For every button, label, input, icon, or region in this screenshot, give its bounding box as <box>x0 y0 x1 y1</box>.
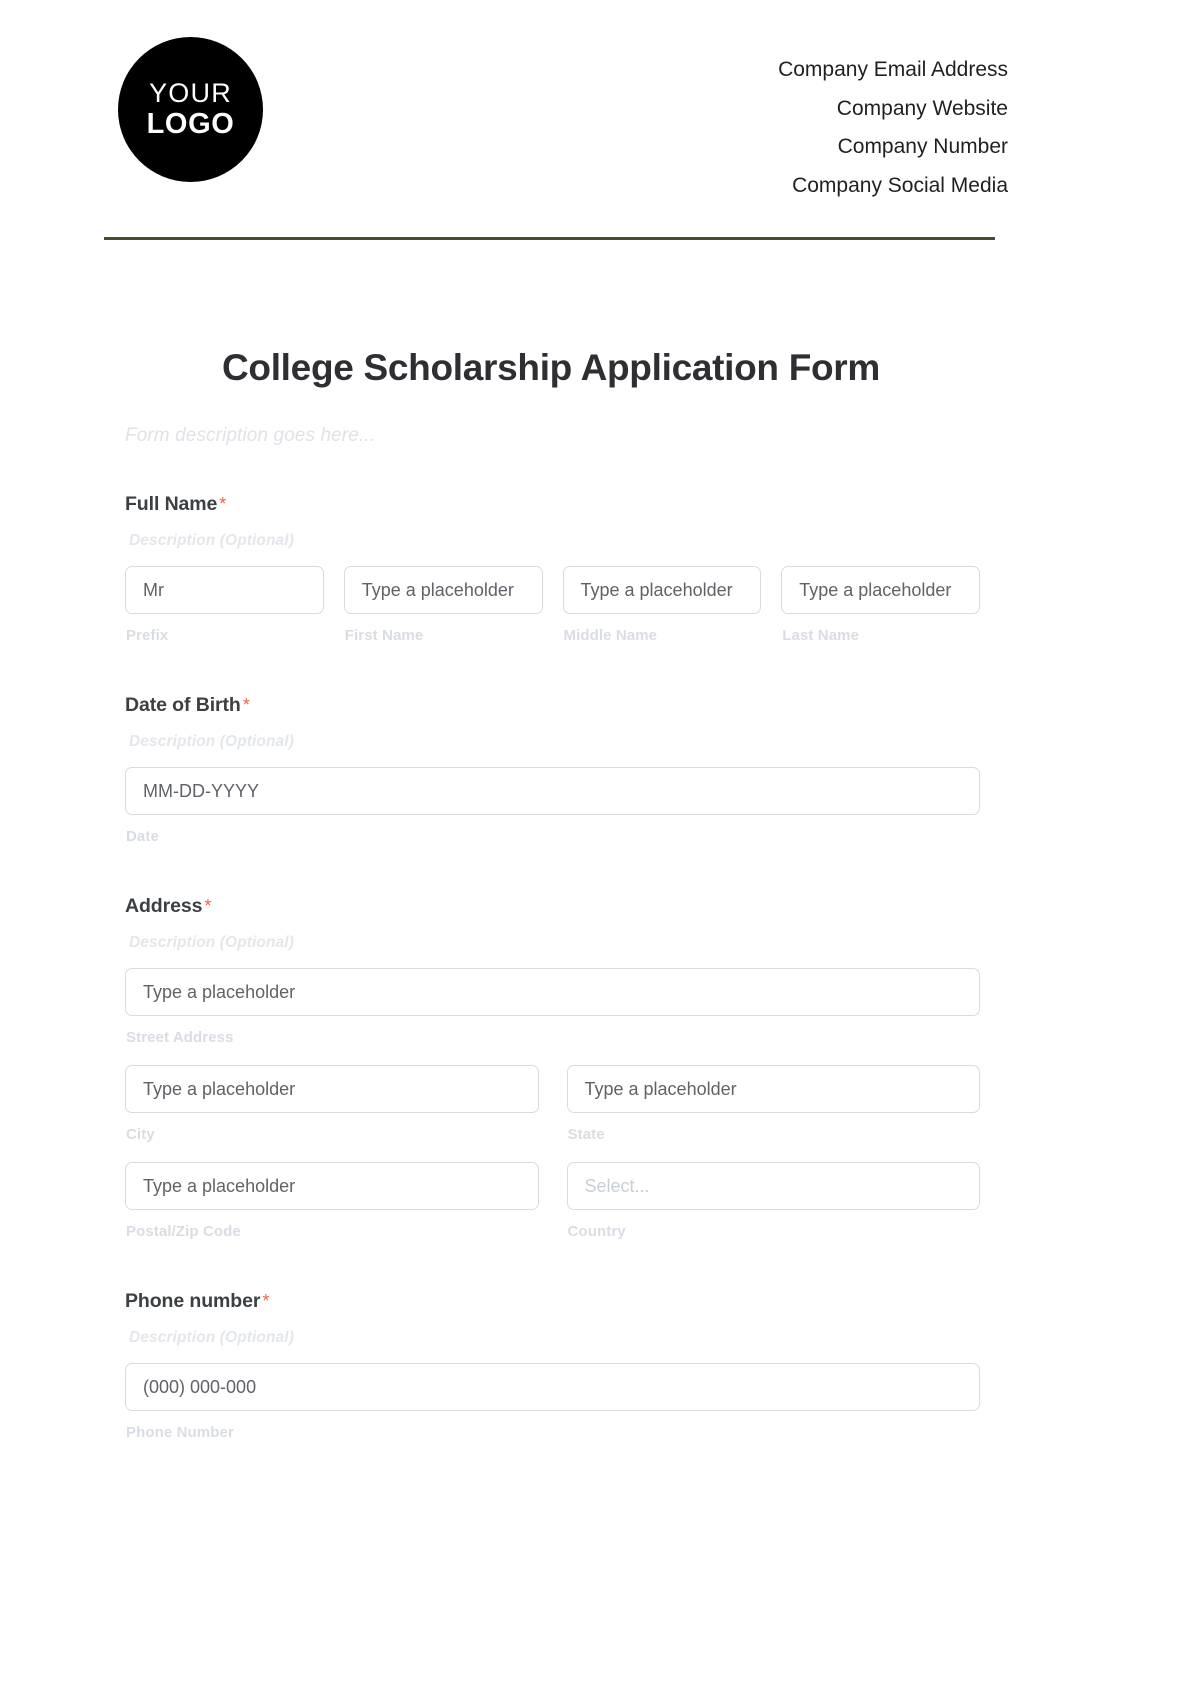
form-page: YOUR LOGO Company Email Address Company … <box>0 0 1200 1702</box>
hint-date-of-birth: Description (Optional) <box>129 733 294 750</box>
country-cell: Select... Country <box>566 1162 980 1240</box>
full-name-prefix-cell: Mr Prefix <box>125 566 324 644</box>
street-address-row: Type a placeholder Street Address <box>125 968 980 1046</box>
title-block: College Scholarship Application Form <box>0 347 1200 389</box>
sub-label-phone-number: Phone Number <box>126 1424 234 1441</box>
postal-code-input[interactable]: Type a placeholder <box>125 1162 539 1210</box>
page-title: College Scholarship Application Form <box>221 347 881 388</box>
sub-label-last-name: Last Name <box>782 627 860 644</box>
label-date-of-birth-text: Date of Birth <box>125 694 241 716</box>
field-group-date-of-birth: Date of Birth * Description (Optional) MM… <box>125 694 980 845</box>
last-name-input[interactable]: Type a placeholder <box>781 566 980 614</box>
hint-address: Description (Optional) <box>129 934 294 951</box>
phone-number-input[interactable]: (000) 000-000 <box>125 1363 980 1411</box>
field-group-address: Address * Description (Optional) Type a p… <box>125 895 980 1240</box>
company-logo: YOUR LOGO <box>118 37 263 182</box>
required-asterisk: * <box>242 695 250 715</box>
contact-social-media: Company Social Media <box>792 173 1008 197</box>
label-phone-number: Phone number * <box>125 1290 980 1313</box>
street-address-input[interactable]: Type a placeholder <box>125 968 980 1016</box>
required-asterisk: * <box>262 1291 270 1311</box>
state-cell: Type a placeholder State <box>566 1065 980 1143</box>
field-group-phone-number: Phone number * Description (Optional) (00… <box>125 1290 980 1441</box>
contact-website: Company Website <box>836 96 1008 120</box>
full-name-inputs-row: Mr Prefix Type a placeholder First Name … <box>125 566 980 644</box>
phone-number-input-row: (000) 000-000 Phone Number <box>125 1363 980 1441</box>
full-name-last-cell: Type a placeholder Last Name <box>781 566 980 644</box>
page-header: YOUR LOGO Company Email Address Company … <box>0 0 1200 205</box>
full-name-first-cell: Type a placeholder First Name <box>343 566 543 644</box>
sub-label-postal-code: Postal/Zip Code <box>126 1223 241 1240</box>
date-of-birth-cell: MM-DD-YYYY Date <box>125 767 980 845</box>
label-full-name-text: Full Name <box>125 493 218 515</box>
logo-text-logo: LOGO <box>146 108 235 140</box>
hint-phone-number: Description (Optional) <box>129 1329 294 1346</box>
form-body: Full Name * Description (Optional) Mr Pre… <box>125 493 980 1441</box>
middle-name-input[interactable]: Type a placeholder <box>562 566 762 614</box>
phone-number-cell: (000) 000-000 Phone Number <box>125 1363 980 1441</box>
company-contact-block: Company Email Address Company Website Co… <box>778 37 1008 205</box>
contact-number: Company Number <box>837 135 1008 158</box>
field-group-full-name: Full Name * Description (Optional) Mr Pre… <box>125 493 980 644</box>
form-description: Form description goes here... <box>125 425 376 446</box>
sub-label-prefix: Prefix <box>126 627 169 644</box>
sub-label-street-address: Street Address <box>126 1029 234 1046</box>
prefix-input[interactable]: Mr <box>125 566 324 614</box>
hint-full-name: Description (Optional) <box>129 532 294 549</box>
logo-text-your: YOUR <box>149 78 232 108</box>
sub-label-city: City <box>126 1126 155 1143</box>
date-of-birth-input-row: MM-DD-YYYY Date <box>125 767 980 845</box>
first-name-input[interactable]: Type a placeholder <box>343 566 543 614</box>
label-full-name: Full Name * <box>125 493 980 516</box>
date-of-birth-input[interactable]: MM-DD-YYYY <box>125 767 980 815</box>
sub-label-date: Date <box>126 828 159 845</box>
required-asterisk: * <box>204 896 212 916</box>
street-address-cell: Type a placeholder Street Address <box>125 968 980 1046</box>
label-address: Address * <box>125 895 980 918</box>
postal-country-row: Type a placeholder Postal/Zip Code Selec… <box>125 1162 980 1240</box>
sub-label-state: State <box>567 1126 605 1143</box>
sub-label-middle-name: Middle Name <box>563 627 658 644</box>
city-input[interactable]: Type a placeholder <box>125 1065 539 1113</box>
postal-code-cell: Type a placeholder Postal/Zip Code <box>125 1162 539 1240</box>
contact-email-address: Company Email Address <box>778 58 1008 81</box>
sub-label-country: Country <box>567 1223 626 1240</box>
country-select[interactable]: Select... <box>566 1162 980 1210</box>
sub-label-first-name: First Name <box>344 627 424 644</box>
city-state-row: Type a placeholder City Type a placehold… <box>125 1065 980 1143</box>
state-input[interactable]: Type a placeholder <box>566 1065 980 1113</box>
required-asterisk: * <box>219 494 227 514</box>
header-divider <box>104 237 995 240</box>
label-phone-number-text: Phone number <box>125 1290 261 1312</box>
city-cell: Type a placeholder City <box>125 1065 539 1143</box>
full-name-middle-cell: Type a placeholder Middle Name <box>562 566 762 644</box>
label-date-of-birth: Date of Birth * <box>125 694 980 717</box>
label-address-text: Address <box>125 895 203 917</box>
